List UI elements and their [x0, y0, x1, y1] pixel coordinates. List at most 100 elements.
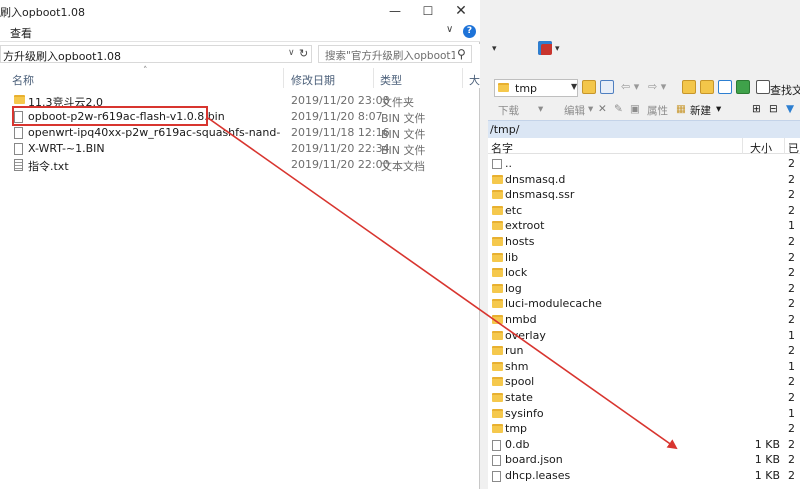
column-divider[interactable] — [283, 68, 284, 88]
remote-file-name: board.json — [505, 453, 563, 467]
maximize-button[interactable]: ☐ — [413, 0, 443, 22]
refresh-icon[interactable]: ↻ — [299, 47, 308, 60]
file-modified: 2019/11/20 8:07 — [291, 110, 383, 123]
properties-button[interactable]: 属性 — [647, 103, 668, 118]
back-icon[interactable]: ⇦ ▾ — [621, 80, 639, 93]
remote-file-changed: 1 — [788, 328, 795, 342]
file-row[interactable]: 指令.txt 2019/11/20 22:00 文本文档 — [0, 157, 480, 173]
tab-view[interactable]: 查看 — [10, 25, 32, 41]
remote-file-row[interactable]: run 2 — [488, 343, 800, 359]
close-button[interactable]: ✕ — [446, 0, 476, 22]
folder-icon — [14, 95, 25, 104]
document-icon — [492, 439, 501, 451]
edit-button[interactable]: 编辑 — [564, 103, 585, 118]
remote-file-row[interactable]: log 2 — [488, 281, 800, 297]
remote-file-size: 1 KB — [754, 469, 780, 482]
column-header-modified[interactable]: 修改日期 — [291, 72, 335, 88]
column-header-name[interactable]: 名称 — [12, 72, 34, 88]
home-icon[interactable] — [718, 80, 732, 94]
column-divider[interactable] — [742, 138, 743, 154]
remote-file-row[interactable]: .. 2 — [488, 156, 800, 172]
remote-file-row[interactable]: hosts 2 — [488, 234, 800, 250]
minimize-button[interactable]: — — [380, 0, 410, 22]
folder-icon — [492, 330, 503, 340]
remote-file-row[interactable]: lock 2 — [488, 265, 800, 281]
deselect-icon[interactable]: ⊟ — [769, 103, 778, 115]
remote-file-row[interactable]: state 2 — [488, 390, 800, 406]
open-folder-icon[interactable] — [582, 80, 596, 94]
filter-files-icon[interactable]: ▼ — [786, 103, 794, 115]
remote-file-row[interactable]: extroot 1 — [488, 218, 800, 234]
remote-file-row[interactable]: overlay 1 — [488, 328, 800, 344]
session-icon[interactable] — [538, 41, 552, 55]
file-action-toolbar: 下载 ▾ 编辑 ▾ ✕ ✎ ▣ 属性 ▦ 新建 ▾ ⊞ ⊟ ▼ — [480, 99, 800, 119]
remote-file-row[interactable]: spool 2 — [488, 374, 800, 390]
remote-file-changed: 2 — [788, 422, 795, 436]
remote-path-combo[interactable]: tmp ▼ — [494, 79, 578, 97]
ribbon-tabs: 查看 ∨ ? — [0, 22, 480, 42]
properties-icon[interactable]: ▣ — [630, 103, 640, 115]
column-header-size[interactable]: 大 — [469, 72, 480, 88]
help-icon[interactable]: ? — [463, 25, 476, 38]
folder-icon — [492, 393, 503, 402]
toolbar-dropdown-icon[interactable]: ▾ — [492, 44, 497, 54]
annotation-highlight-box — [12, 106, 208, 126]
forward-icon[interactable]: ⇨ ▾ — [648, 80, 666, 93]
new-button[interactable]: 新建 — [690, 103, 711, 118]
folder-icon — [492, 252, 503, 262]
folder-icon — [492, 424, 503, 434]
file-row[interactable]: X-WRT-~1.BIN 2019/11/20 22:34 BIN 文件 — [0, 141, 480, 157]
remote-file-changed: 2 — [788, 281, 795, 295]
remote-file-changed: 2 — [788, 297, 795, 311]
new-dropdown-icon[interactable]: ▾ — [716, 103, 721, 115]
remote-file-row[interactable]: dhcp.leases 1 KB 2 — [488, 468, 800, 484]
remote-file-name: luci-modulecache — [505, 297, 602, 311]
rename-icon[interactable]: ✎ — [614, 103, 623, 115]
remote-file-name: state — [505, 391, 533, 404]
refresh-icon[interactable] — [736, 80, 750, 94]
column-divider[interactable] — [462, 68, 463, 88]
delete-icon[interactable]: ✕ — [598, 103, 607, 115]
session-dropdown-icon[interactable]: ▾ — [555, 44, 560, 54]
download-dropdown-icon[interactable]: ▾ — [538, 103, 543, 115]
file-row[interactable]: openwrt-ipq40xx-p2w_r619ac-squashfs-nand… — [0, 125, 480, 141]
remote-file-changed: 1 — [788, 219, 795, 233]
address-history-dropdown-icon[interactable]: ∨ — [288, 48, 295, 58]
remote-file-row[interactable]: board.json 1 KB 2 — [488, 452, 800, 468]
remote-file-row[interactable]: lib 2 — [488, 250, 800, 266]
column-divider[interactable] — [373, 68, 374, 88]
column-divider[interactable] — [784, 138, 785, 154]
remote-file-changed: 1 — [788, 359, 795, 373]
parent-directory-icon[interactable] — [682, 80, 696, 94]
search-input[interactable]: 搜索"官方升级刷入opboot1.... ⚲ — [318, 45, 472, 63]
remote-file-row[interactable]: sysinfo 1 — [488, 406, 800, 422]
remote-file-row[interactable]: etc 2 — [488, 203, 800, 219]
remote-file-row[interactable]: 0.db 1 KB 2 — [488, 437, 800, 453]
filter-icon[interactable] — [600, 80, 614, 94]
file-name: openwrt-ipq40xx-p2w_r619ac-squashfs-nand… — [28, 126, 280, 139]
remote-file-row[interactable]: dnsmasq.ssr 2 — [488, 187, 800, 203]
remote-file-row[interactable]: shm 1 — [488, 359, 800, 375]
search-icon[interactable]: ⚲ — [457, 47, 466, 61]
remote-file-row[interactable]: dnsmasq.d 2 — [488, 172, 800, 188]
window-title: 刷入opboot1.08 — [0, 6, 85, 19]
folder-icon — [492, 346, 503, 356]
download-button[interactable]: 下载 — [498, 103, 519, 118]
find-icon[interactable] — [756, 80, 770, 94]
remote-path-combo-value: tmp — [515, 82, 538, 95]
remote-file-size: 1 KB — [754, 453, 780, 467]
address-bar[interactable]: 方升级刷入opboot1.08 ∨ ↻ — [0, 45, 312, 63]
remote-file-row[interactable]: tmp 2 — [488, 421, 800, 437]
folder-icon — [492, 299, 503, 309]
remote-file-changed: 2 — [788, 469, 795, 482]
ribbon-expand-chevron-icon[interactable]: ∨ — [446, 24, 453, 35]
remote-file-row[interactable]: nmbd 2 — [488, 312, 800, 328]
column-header-type[interactable]: 类型 — [380, 72, 402, 88]
edit-dropdown-icon[interactable]: ▾ — [588, 103, 593, 115]
remote-file-row[interactable]: luci-modulecache 2 — [488, 296, 800, 312]
root-directory-icon[interactable] — [700, 80, 714, 94]
folder-icon — [492, 268, 503, 278]
select-all-icon[interactable]: ⊞ — [752, 103, 761, 115]
chevron-down-icon[interactable]: ▼ — [571, 82, 577, 91]
find-files-label[interactable]: 查找文 — [770, 82, 800, 98]
